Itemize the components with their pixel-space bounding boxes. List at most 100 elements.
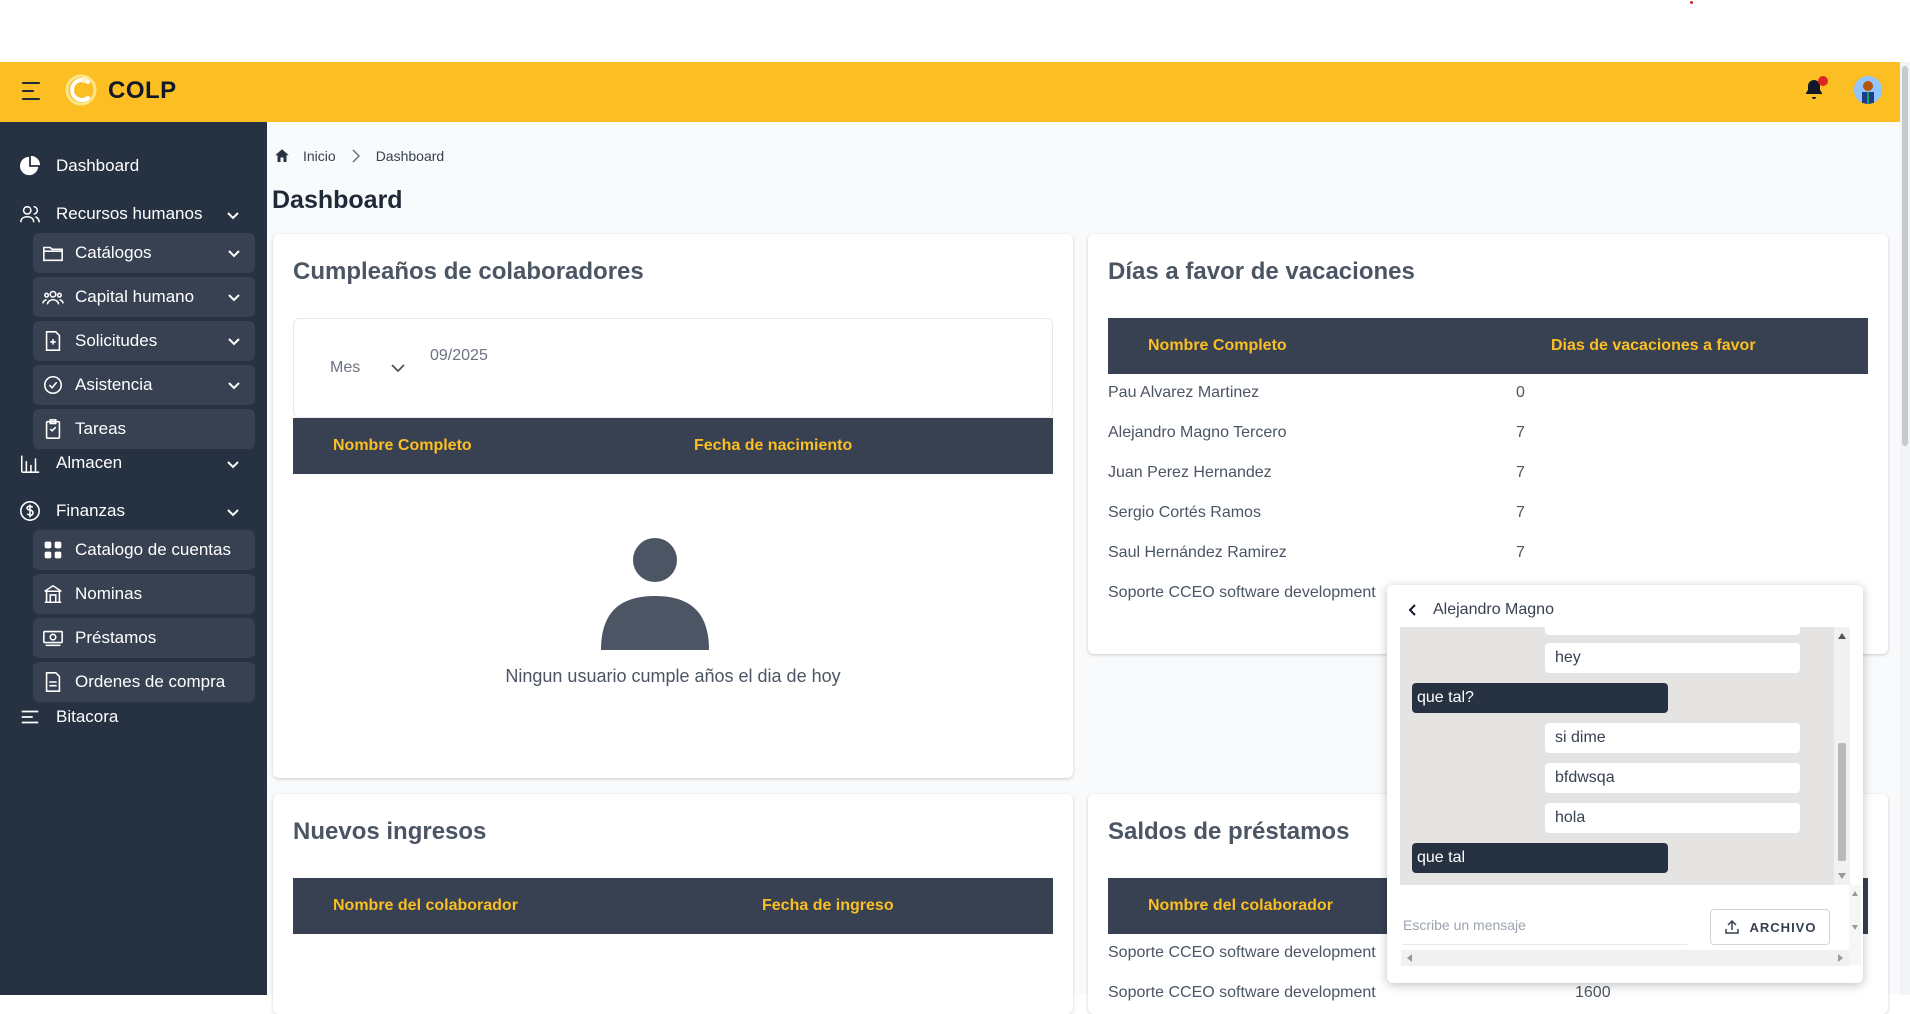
vacations-title: Días a favor de vacaciones	[1108, 258, 1415, 285]
message-bubble-received: hola	[1545, 803, 1800, 833]
chat-scrollbar[interactable]	[1834, 627, 1850, 885]
table-row-days: 7	[1516, 544, 1525, 561]
column-header[interactable]: Nombre del colaborador	[1148, 897, 1333, 915]
table-row-name: Pau Alvarez Martinez	[1108, 384, 1260, 401]
money-icon	[41, 626, 65, 650]
sidebar-item-label: Catálogos	[75, 243, 152, 262]
folder-icon	[41, 241, 65, 265]
chevron-down-icon	[228, 338, 240, 346]
pie-chart-icon	[18, 154, 42, 178]
table-row-name: Sergio Cortés Ramos	[1108, 504, 1261, 521]
input-scrollbar[interactable]	[1849, 885, 1861, 965]
file-plus-icon	[41, 329, 65, 353]
sidebar-item-label: Finanzas	[56, 501, 125, 520]
chat-messages: hey que tal? si dime bfdwsqa hola que ta…	[1400, 627, 1850, 885]
page-title: Dashboard	[272, 186, 403, 214]
breadcrumb: Inicio Dashboard	[273, 147, 444, 165]
table-row-name: Alejandro Magno Tercero	[1108, 424, 1287, 441]
sidebar-item-ordenes-de-compra[interactable]: Ordenes de compra	[33, 662, 255, 702]
sidebar-item-catalogos[interactable]: Catálogos	[33, 233, 255, 273]
sidebar-item-label: Recursos humanos	[56, 204, 203, 223]
app-header: COLP	[0, 62, 1900, 122]
chevron-down-icon[interactable]	[226, 505, 240, 519]
table-row-name: Soporte CCEO software development	[1108, 944, 1376, 961]
sidebar-item-dashboard[interactable]: Dashboard	[18, 151, 139, 181]
column-header[interactable]: Nombre Completo	[333, 437, 472, 455]
month-date-value[interactable]: 09/2025	[430, 347, 488, 365]
sidebar-item-label: Nominas	[75, 584, 143, 603]
chat-window: Alejandro Magno hey que tal? si dime bfd…	[1387, 585, 1863, 983]
table-row-days: 7	[1516, 424, 1525, 441]
red-dot	[1690, 1, 1693, 4]
scroll-up-arrow[interactable]	[1838, 633, 1846, 639]
chevron-down-icon[interactable]	[390, 361, 406, 375]
bank-icon	[41, 582, 65, 606]
new-hires-card: Nuevos ingresos Nombre del colaborador F…	[273, 794, 1073, 1014]
column-header[interactable]: Fecha de ingreso	[762, 897, 894, 915]
bell-icon[interactable]	[1802, 76, 1828, 104]
chevron-down-icon[interactable]	[226, 457, 240, 471]
birthdays-table-header: Nombre Completo Fecha de nacimiento	[293, 418, 1053, 474]
chat-horizontal-scrollbar[interactable]	[1401, 950, 1849, 966]
birthdays-title: Cumpleaños de colaboradores	[293, 258, 644, 285]
sidebar-item-label: Asistencia	[75, 375, 153, 394]
sidebar-item-finanzas[interactable]: Finanzas	[18, 496, 125, 526]
column-header[interactable]: Fecha de nacimiento	[694, 437, 852, 455]
grid-icon	[41, 538, 65, 562]
chevron-down-icon[interactable]	[226, 208, 240, 222]
breadcrumb-current: Dashboard	[375, 148, 445, 164]
check-circle-icon	[41, 373, 65, 397]
sidebar-item-prestamos[interactable]: Préstamos	[33, 618, 255, 658]
sidebar-item-label: Dashboard	[56, 156, 140, 175]
sidebar-item-asistencia[interactable]: Asistencia	[33, 365, 255, 405]
sidebar-item-label: Capital humano	[75, 287, 195, 306]
sidebar-item-catalogo-de-cuentas[interactable]: Catalogo de cuentas	[33, 530, 255, 570]
column-header[interactable]: Nombre Completo	[1148, 337, 1287, 355]
sidebar-item-label: Solicitudes	[75, 331, 158, 350]
home-icon[interactable]	[273, 147, 291, 165]
dollar-icon	[18, 499, 42, 523]
sidebar-item-nominas[interactable]: Nominas	[33, 574, 255, 614]
list-icon	[18, 705, 42, 729]
sidebar-item-label: Almacen	[56, 453, 123, 472]
browser-top-strip	[0, 0, 1910, 62]
table-row-days: 0	[1516, 384, 1525, 401]
new-hires-title: Nuevos ingresos	[293, 818, 487, 845]
sidebar-item-label: Ordenes de compra	[75, 672, 226, 691]
table-row-days: 7	[1516, 464, 1525, 481]
column-header[interactable]: Nombre del colaborador	[333, 897, 518, 915]
message-bubble-received: bfdwsqa	[1545, 763, 1800, 793]
people-group-icon	[41, 285, 65, 309]
column-header[interactable]: Dias de vacaciones a favor	[1551, 337, 1756, 355]
sidebar-item-bitacora[interactable]: Bitacora	[18, 702, 118, 732]
empty-message: Ningun usuario cumple años el dia de hoy	[505, 666, 841, 686]
sidebar-item-solicitudes[interactable]: Solicitudes	[33, 321, 255, 361]
chevron-down-icon	[228, 250, 240, 258]
sidebar-item-almacen[interactable]: Almacen	[18, 448, 122, 478]
notification-badge	[1818, 76, 1828, 86]
sidebar: Dashboard Recursos humanos Catálogos Cap…	[0, 122, 267, 995]
sidebar-item-recursos-humanos[interactable]: Recursos humanos	[18, 199, 202, 229]
menu-icon[interactable]	[22, 82, 42, 100]
scroll-down-arrow[interactable]	[1838, 873, 1846, 879]
sidebar-item-label: Préstamos	[75, 628, 157, 647]
attach-file-button[interactable]: ARCHIVO	[1710, 909, 1830, 945]
chat-scrollbar-thumb[interactable]	[1838, 743, 1846, 861]
message-input[interactable]	[1403, 905, 1687, 945]
avatar[interactable]	[1854, 76, 1882, 104]
table-row-amount: 1600	[1575, 984, 1611, 1001]
sidebar-item-capital-humano[interactable]: Capital humano	[33, 277, 255, 317]
table-row-name: Juan Perez Hernandez	[1108, 464, 1272, 481]
sidebar-item-tareas[interactable]: Tareas	[33, 409, 255, 449]
chat-header[interactable]: Alejandro Magno	[1407, 601, 1554, 619]
logo-icon	[65, 74, 97, 106]
month-select-label[interactable]: Mes	[330, 359, 360, 377]
breadcrumb-home[interactable]: Inicio	[303, 148, 336, 164]
chevron-down-icon	[228, 294, 240, 302]
message-bubble-sent: que tal?	[1412, 683, 1668, 713]
birthdays-card: Cumpleaños de colaboradores Mes 09/2025 …	[273, 234, 1073, 778]
page-scrollbar-thumb[interactable]	[1902, 66, 1908, 446]
chevron-left-icon[interactable]	[1407, 603, 1419, 617]
table-row-name: Soporte CCEO software development	[1108, 584, 1376, 601]
document-icon	[41, 670, 65, 694]
